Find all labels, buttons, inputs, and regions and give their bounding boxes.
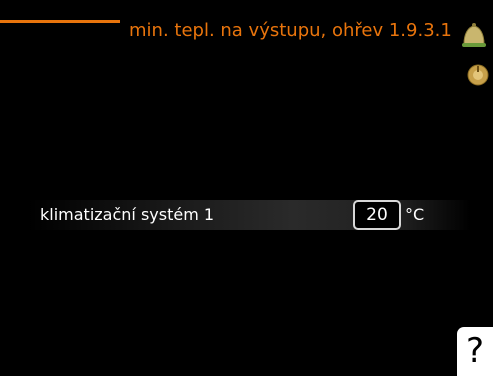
setting-row[interactable]: klimatizační systém 1 20 °C [27,200,470,230]
header-rule [0,20,120,23]
bell-icon[interactable] [460,20,488,48]
help-button[interactable]: ? [457,327,493,376]
dial-icon[interactable] [466,63,490,87]
temperature-value-field[interactable]: 20 [353,200,401,230]
temperature-unit: °C [405,205,425,224]
setting-label: klimatizační systém 1 [40,205,215,224]
page-title: min. tepl. na výstupu, ohřev 1.9.3.1 [129,20,452,41]
